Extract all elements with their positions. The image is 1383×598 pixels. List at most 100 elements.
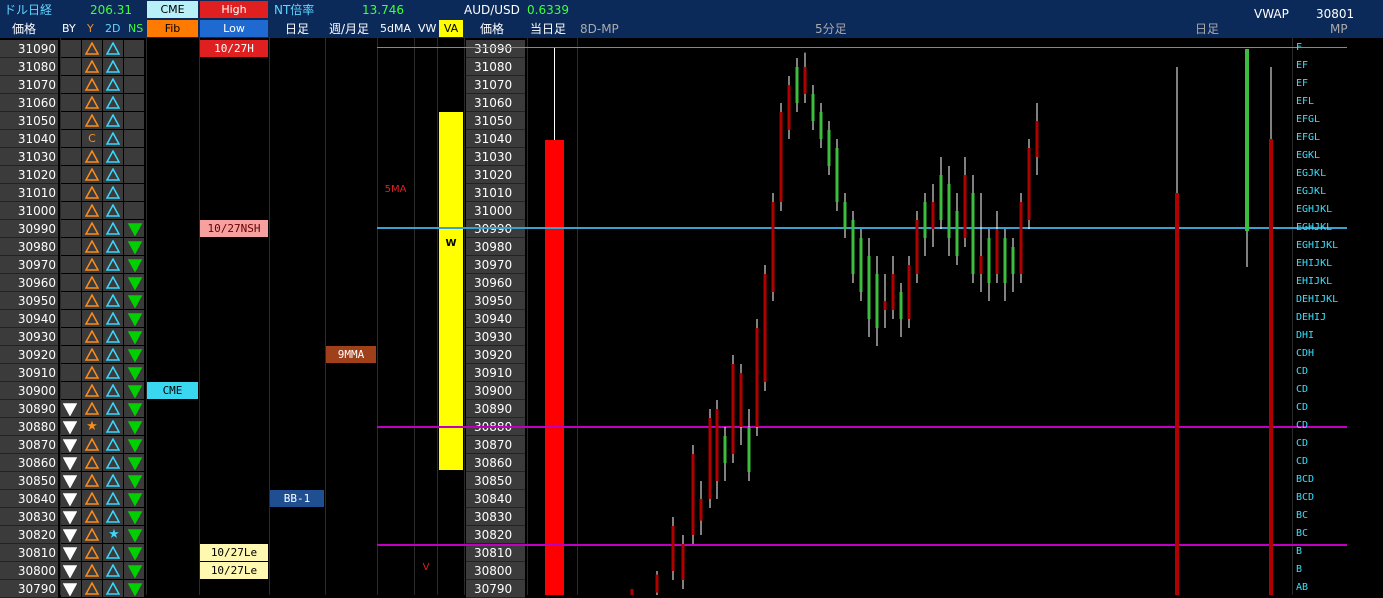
up-triangle-icon [85,312,99,325]
price-cell: 30960 [0,274,58,292]
down-triangle-icon [128,457,142,470]
price-cell-right: 30890 [466,400,525,418]
up-triangle-icon [85,366,99,379]
high-header-button[interactable]: High [200,1,268,18]
up-triangle-icon [85,168,99,181]
candle-body [987,238,991,283]
down-triangle-icon [128,331,142,344]
up-triangle-icon [85,330,99,343]
candle-body [731,364,735,454]
up-triangle-icon [106,474,120,487]
star-icon: ★ [108,527,120,542]
down-triangle-icon [128,421,142,434]
price-cell: 30980 [0,238,58,256]
up-triangle-icon [106,420,120,433]
mp-letters: EGJKL [1296,186,1327,197]
cme-header-button[interactable]: CME [147,1,198,18]
price-cell-right: 31060 [466,94,525,112]
up-triangle-icon [85,276,99,289]
down-triangle-icon [128,367,142,380]
candle-red [1269,139,1273,595]
up-triangle-icon [85,96,99,109]
down-triangle-icon [63,547,77,560]
candle-body [971,193,975,274]
marker-cell [61,328,81,345]
up-triangle-icon [106,546,120,559]
down-triangle-icon [128,241,142,254]
price-cell-right: 31080 [466,58,525,76]
price-cell: 31020 [0,166,58,184]
fib-header-button[interactable]: Fib [147,20,198,37]
mp-letters: EGHJKL [1296,222,1333,233]
mp-letters: BC [1296,510,1309,521]
up-triangle-icon [106,384,120,397]
va-w-marker: W [445,238,457,249]
today-wick [554,48,555,140]
up-triangle-icon [106,240,120,253]
price-cell: 30830 [0,508,58,526]
price-cell: 30890 [0,400,58,418]
price-cell-right: 30820 [466,526,525,544]
candle-body [851,220,855,274]
candle-body [715,409,719,481]
candle-body [739,373,743,427]
up-triangle-icon [85,186,99,199]
low-header-button[interactable]: Low [200,20,268,37]
col-5dma: 5dMA [380,22,411,35]
price-cell-right: 30980 [466,238,525,256]
y-c-marker: C [88,132,96,145]
down-triangle-icon [128,313,142,326]
marker-cell [61,292,81,309]
up-triangle-icon [106,168,120,181]
up-triangle-icon [85,456,99,469]
down-triangle-icon [63,493,77,506]
up-triangle-icon [106,456,120,469]
nikkei-dollar-label: ドル日経 [4,3,53,17]
marker-cell [124,184,144,201]
price-cell: 30870 [0,436,58,454]
5ma-tag: 5MA [384,184,407,195]
mp-letters: EHIJKL [1296,258,1333,269]
price-cell-right: 30940 [466,310,525,328]
price-cell-right: 31000 [466,202,525,220]
col-mp: MP [1330,22,1348,36]
up-triangle-icon [106,276,120,289]
candle-body [867,256,871,319]
col-weekly-monthly: 週/月足 [329,22,370,36]
price-cell: 31090 [0,40,58,58]
up-triangle-icon [85,582,99,595]
mp-letters: BC [1296,528,1309,539]
candle-body [771,202,775,292]
up-triangle-icon [106,492,120,505]
price-cell: 31060 [0,94,58,112]
price-cell: 30800 [0,562,58,580]
mp-letters: CD [1296,420,1309,431]
audusd-label: AUD/USD [464,3,520,17]
col-daily: 日足 [285,22,310,36]
mp-letters: EGHJKL [1296,204,1333,215]
value-area-bar [439,112,463,470]
up-triangle-icon [106,78,120,91]
price-cell: 30850 [0,472,58,490]
candle-body [699,499,703,521]
up-triangle-icon [85,60,99,73]
candle-body [681,544,685,580]
price-cell: 30880 [0,418,58,436]
down-triangle-icon [63,439,77,452]
up-triangle-icon [106,564,120,577]
candle-body [787,85,791,130]
up-triangle-icon [85,222,99,235]
separator [414,38,415,595]
price-cell-right: 31030 [466,148,525,166]
separator [377,38,378,595]
marker-cell [61,148,81,165]
col-daily-right: 日足 [1195,22,1220,36]
mp-letters: CDH [1296,348,1315,359]
price-cell: 30940 [0,310,58,328]
vw-marker: V [422,562,430,573]
marker-cell [61,238,81,255]
candle-body [691,454,695,535]
candle-body [1011,247,1015,274]
price-cell: 31000 [0,202,58,220]
mp-letters: EF [1296,78,1309,89]
